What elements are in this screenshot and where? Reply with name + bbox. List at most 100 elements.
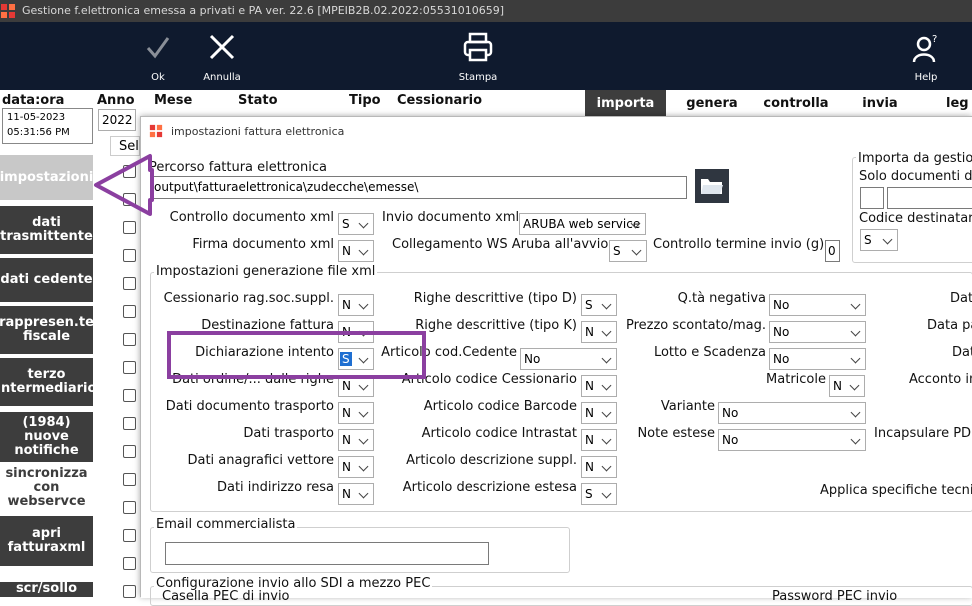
chevron-down-icon bbox=[848, 378, 862, 394]
row-checkbox[interactable] bbox=[123, 249, 136, 262]
mese-label: Mese bbox=[154, 93, 193, 108]
chevron-down-icon bbox=[600, 486, 614, 502]
solo-doc-label: Solo documenti de bbox=[859, 169, 972, 184]
annulla-label: Annulla bbox=[203, 72, 241, 83]
help-user-icon: ? bbox=[912, 34, 937, 63]
sidebar-item-rappresentante-fiscale[interactable]: rappresen.te fiscale bbox=[0, 306, 94, 354]
impostazioni-generazione-legend: Impostazioni generazione file xml bbox=[154, 264, 378, 279]
stampa-button[interactable]: Stampa bbox=[448, 22, 508, 90]
col3-label-4: Variante bbox=[660, 399, 715, 414]
firma-xml-select[interactable]: N bbox=[338, 240, 374, 262]
col3-select-1[interactable]: No bbox=[769, 321, 866, 343]
row-checkbox[interactable] bbox=[123, 361, 136, 374]
col3-select-4[interactable]: No bbox=[718, 402, 866, 424]
controllo-xml-select[interactable]: S bbox=[338, 213, 374, 235]
email-input[interactable] bbox=[165, 542, 489, 565]
col3-select-5[interactable]: No bbox=[718, 429, 866, 451]
row-checkbox[interactable] bbox=[123, 501, 136, 514]
dataora-label: data:ora bbox=[2, 93, 65, 108]
toolbar: Ok Annulla Stampa ? Help bbox=[0, 22, 972, 90]
dialog-title: impostazioni fattura elettronica bbox=[171, 125, 345, 138]
row-checkbox[interactable] bbox=[123, 417, 136, 430]
sidebar-item-apri-fatturaxml[interactable]: apri fatturaxml bbox=[0, 516, 93, 566]
chevron-down-icon bbox=[849, 324, 863, 340]
tab-invia[interactable]: invia bbox=[852, 90, 908, 116]
row-checkbox[interactable] bbox=[123, 221, 136, 234]
help-button[interactable]: ? Help bbox=[896, 22, 956, 90]
chevron-down-icon bbox=[849, 351, 863, 367]
col1-label-0: Cessionario rag.soc.suppl. bbox=[163, 291, 334, 306]
dialog-title-bar[interactable]: impostazioni fattura elettronica bbox=[141, 117, 972, 145]
col3-select-0[interactable]: No bbox=[769, 294, 866, 316]
col2-label-5: Articolo codice Intrastat bbox=[421, 426, 577, 441]
chevron-down-icon bbox=[357, 378, 371, 394]
anno-select[interactable]: 2022 bbox=[98, 109, 136, 131]
row-checkbox[interactable] bbox=[123, 333, 136, 346]
tab-leg[interactable]: leg bbox=[946, 90, 972, 116]
close-icon bbox=[209, 34, 235, 60]
row-checkbox[interactable] bbox=[123, 445, 136, 458]
col3-select-3[interactable]: N bbox=[829, 375, 865, 397]
col2-label-4: Articolo codice Barcode bbox=[423, 399, 577, 414]
row-checkbox[interactable] bbox=[123, 473, 136, 486]
col1-select-6[interactable]: N bbox=[338, 456, 374, 478]
browse-folder-button[interactable] bbox=[695, 169, 729, 203]
chevron-down-icon bbox=[881, 232, 895, 248]
col4-label-7: Applica specifiche tecni bbox=[820, 483, 972, 498]
annotation-arrow-icon bbox=[94, 154, 154, 216]
sidebar-item-dati-trasmittente[interactable]: dati trasmittente bbox=[0, 206, 93, 254]
tab-genera[interactable]: genera bbox=[680, 90, 744, 116]
codice-dest-label: Codice destinatar bbox=[859, 211, 972, 226]
col1-label-4: Dati documento trasporto bbox=[165, 399, 334, 414]
invio-xml-select[interactable]: ARUBA web service bbox=[519, 213, 646, 235]
annulla-button[interactable]: Annulla bbox=[192, 22, 252, 90]
sidebar-item-scr-sollo[interactable]: scr/sollo bbox=[0, 582, 93, 597]
tab-importa[interactable]: importa bbox=[585, 90, 666, 116]
percorso-input[interactable]: output\fatturaelettronica\zudecche\emess… bbox=[150, 176, 687, 199]
annotation-highlight-box bbox=[167, 331, 426, 379]
sidebar-item-sincronizza[interactable]: sincronizza con webservce bbox=[0, 464, 93, 512]
chevron-down-icon bbox=[357, 297, 371, 313]
title-bar: Gestione f.elettronica emessa a privati … bbox=[0, 0, 972, 22]
col1-select-4[interactable]: N bbox=[338, 402, 374, 424]
date-value: 11-05-2023 bbox=[7, 112, 66, 123]
sidebar-item-impostazioni[interactable]: impostazioni bbox=[0, 155, 93, 200]
row-checkbox[interactable] bbox=[123, 557, 136, 570]
sidebar-item-nuove-notifiche[interactable]: (1984) nuove notifiche bbox=[0, 412, 93, 462]
sidebar-item-terzo-intermediario[interactable]: terzo intermediario bbox=[0, 358, 96, 406]
chevron-down-icon bbox=[357, 432, 371, 448]
row-checkbox[interactable] bbox=[123, 305, 136, 318]
controllo-xml-label: Controllo documento xml bbox=[169, 210, 334, 225]
col3-label-3: Matricole bbox=[766, 372, 826, 387]
ok-button[interactable]: Ok bbox=[128, 22, 188, 90]
tab-controlla[interactable]: controlla bbox=[758, 90, 834, 116]
stampa-label: Stampa bbox=[458, 72, 498, 83]
chevron-down-icon bbox=[630, 243, 644, 259]
sidebar-item-dati-cedente[interactable]: dati cedente bbox=[0, 258, 93, 302]
solo-doc-input-2[interactable] bbox=[887, 187, 972, 209]
controllo-termine-input[interactable]: 0 bbox=[825, 240, 840, 262]
app-logo-icon bbox=[1, 4, 15, 18]
percorso-label: Percorso fattura elettronica bbox=[149, 160, 327, 175]
col1-select-5[interactable]: N bbox=[338, 429, 374, 451]
row-checkbox[interactable] bbox=[123, 585, 136, 598]
row-checkbox[interactable] bbox=[123, 389, 136, 402]
row-checkbox[interactable] bbox=[123, 529, 136, 542]
col2-select-6[interactable]: N bbox=[581, 456, 617, 478]
solo-doc-input-1[interactable] bbox=[860, 187, 884, 209]
col2-label-7: Articolo descrizione estesa bbox=[402, 480, 577, 495]
check-icon bbox=[146, 37, 170, 59]
col1-select-0[interactable]: N bbox=[338, 294, 374, 316]
col4-label-0: Dat bbox=[950, 291, 972, 306]
collegamento-select[interactable]: S bbox=[609, 240, 647, 262]
anno-label: Anno bbox=[97, 93, 135, 108]
email-group-legend: Email commercialista bbox=[154, 517, 298, 532]
col3-label-1: Prezzo scontato/mag. bbox=[625, 318, 766, 333]
row-checkbox[interactable] bbox=[123, 277, 136, 290]
col1-select-7[interactable]: N bbox=[338, 483, 374, 505]
col4-label-5: Incapsulare PDF bbox=[874, 426, 972, 441]
codice-dest-select[interactable]: S bbox=[860, 229, 898, 251]
col2-select-7[interactable]: S bbox=[581, 483, 617, 505]
col3-select-2[interactable]: No bbox=[769, 348, 866, 370]
articolo-cod-cedente-select[interactable]: No bbox=[520, 348, 617, 370]
